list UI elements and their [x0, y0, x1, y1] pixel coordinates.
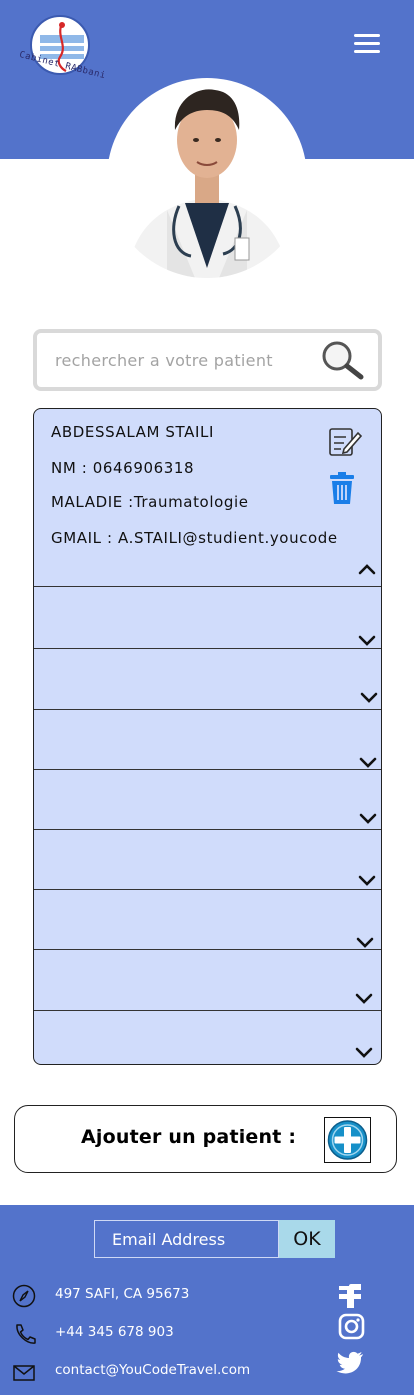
patient-row[interactable] — [34, 830, 381, 890]
chevron-down-icon[interactable] — [355, 1043, 373, 1058]
chevron-down-icon[interactable] — [356, 933, 374, 948]
patient-row[interactable] — [34, 649, 381, 710]
patient-row[interactable] — [34, 890, 381, 950]
footer-address: 497 SAFI, CA 95673 — [55, 1286, 190, 1302]
patient-maladie: MALADIE :Traumatologie — [51, 493, 249, 511]
patient-row[interactable] — [34, 770, 381, 830]
chevron-down-icon[interactable] — [358, 871, 376, 886]
patient-card-expanded[interactable]: ABDESSALAM STAILI NM : 0646906318 MALADI… — [34, 409, 381, 587]
search-input[interactable] — [55, 346, 315, 374]
chevron-down-icon[interactable] — [360, 688, 378, 703]
chevron-down-icon[interactable] — [358, 631, 376, 646]
mail-icon — [12, 1361, 38, 1385]
patient-row[interactable] — [34, 710, 381, 770]
patient-list: ABDESSALAM STAILI NM : 0646906318 MALADI… — [33, 408, 382, 1065]
trash-icon[interactable] — [330, 471, 354, 505]
add-patient-label: Ajouter un patient : — [81, 1126, 297, 1148]
patient-row[interactable] — [34, 950, 381, 1011]
compass-icon — [12, 1284, 38, 1308]
footer-email[interactable]: contact@YouCodeTravel.com — [55, 1362, 250, 1378]
edit-icon[interactable] — [328, 425, 363, 457]
search-bar — [33, 329, 382, 391]
footer-phone: +44 345 678 903 — [55, 1324, 174, 1340]
add-patient-panel: Ajouter un patient : — [14, 1105, 397, 1173]
phone-icon — [12, 1322, 38, 1346]
chevron-down-icon[interactable] — [359, 753, 377, 768]
newsletter-ok-button[interactable]: OK — [279, 1220, 335, 1258]
patient-nm: NM : 0646906318 — [51, 459, 195, 477]
plus-circle-icon — [327, 1120, 368, 1160]
patient-gmail: GMAIL : A.STAILI@studient.youcode — [51, 529, 338, 547]
footer: OK 497 SAFI, CA 95673 +44 345 678 903 co… — [0, 1205, 414, 1395]
patient-row[interactable] — [34, 1011, 381, 1064]
add-patient-button[interactable] — [324, 1117, 371, 1163]
facebook-icon[interactable] — [336, 1282, 366, 1310]
patient-row[interactable] — [34, 587, 381, 649]
newsletter-email-input[interactable] — [94, 1220, 279, 1258]
twitter-icon[interactable] — [336, 1349, 366, 1377]
chevron-down-icon[interactable] — [359, 809, 377, 824]
chevron-up-icon[interactable] — [358, 560, 376, 575]
chevron-down-icon[interactable] — [355, 989, 373, 1004]
search-icon[interactable] — [320, 339, 366, 381]
logo[interactable]: Cabinet RABbani — [18, 13, 107, 89]
avatar — [107, 78, 307, 278]
patient-name: ABDESSALAM STAILI — [51, 423, 215, 441]
instagram-icon[interactable] — [336, 1313, 366, 1341]
hamburger-menu-icon[interactable] — [354, 34, 382, 54]
